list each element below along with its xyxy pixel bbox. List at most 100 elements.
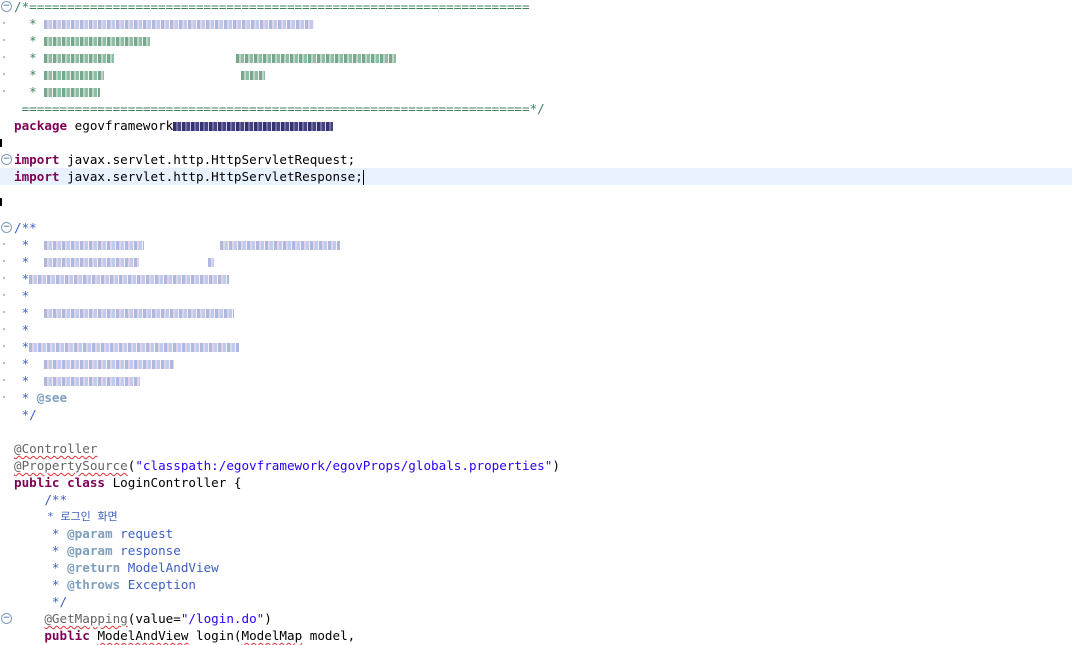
code-line: − @GetMapping(value="/login.do") — [1, 611, 272, 626]
code-line: */ — [0, 593, 1072, 610]
method-javadoc-open: /** — [14, 492, 68, 507]
javadoc-param-tag: @param — [67, 526, 113, 541]
gutter-dot — [3, 277, 5, 279]
code-line: − /** — [0, 219, 1072, 236]
fold-collapse-icon[interactable]: − — [1, 613, 12, 624]
javadoc-close: */ — [14, 407, 37, 422]
redacted-text — [44, 360, 175, 369]
import-keyword: import — [14, 152, 60, 167]
redacted-text — [44, 309, 235, 318]
code-line: * — [0, 66, 1072, 83]
redacted-text — [44, 54, 115, 63]
redacted-text — [173, 122, 334, 131]
gutter-dot — [3, 56, 5, 58]
redacted-text — [207, 258, 214, 267]
class-declaration: LoginController { — [105, 475, 242, 490]
redacted-text — [29, 275, 230, 284]
code-line: − /*====================================… — [0, 0, 1072, 15]
code-line: * — [0, 355, 1072, 372]
gutter-dot — [3, 379, 5, 381]
javadoc-see-tag: @see — [36, 390, 68, 405]
code-line: * @throws Exception — [14, 577, 196, 592]
code-line: package egovframework — [0, 117, 1072, 134]
gutter-dot — [3, 22, 5, 24]
gutter-dot — [3, 328, 5, 330]
redacted-text — [44, 71, 105, 80]
redacted-text — [235, 54, 396, 63]
redacted-text — [44, 258, 140, 267]
fold-collapse-icon[interactable]: − — [1, 154, 12, 165]
import-keyword: import — [14, 169, 60, 184]
public-keyword: public — [44, 628, 90, 643]
code-line: * @param response — [14, 543, 181, 558]
code-line: ========================================… — [0, 100, 1072, 117]
propertysource-annotation[interactable]: @PropertySource — [14, 458, 128, 473]
header-comment-open: /*======================================… — [14, 0, 530, 14]
code-line: * — [0, 270, 1072, 287]
gutter-dot — [3, 243, 5, 245]
code-line: * — [0, 338, 1072, 355]
gutter-dot — [3, 362, 5, 364]
redacted-text — [220, 241, 341, 250]
package-name: egovframework — [74, 118, 174, 133]
login-path-string: "/login.do" — [180, 611, 265, 626]
gutter-marker — [0, 198, 2, 206]
redacted-text — [44, 377, 141, 386]
redacted-text — [44, 37, 151, 46]
redacted-text — [240, 71, 265, 80]
code-line: public class LoginController { — [0, 474, 1072, 491]
code-line: * — [0, 49, 1072, 66]
text-caret — [362, 170, 364, 185]
code-line: * — [0, 15, 1072, 32]
code-line: @Controller — [0, 440, 1072, 457]
code-line: /** — [0, 491, 1072, 508]
code-line: * — [0, 236, 1072, 253]
fold-collapse-icon[interactable]: − — [1, 1, 12, 12]
code-line: * — [0, 287, 1072, 304]
package-keyword: package — [14, 118, 68, 133]
properties-path-string: "classpath:/egovframework/egovProps/glob… — [135, 458, 553, 473]
javadoc-param-tag: @param — [67, 543, 113, 558]
javadoc-throws-tag: @throws — [67, 577, 121, 592]
code-line: * — [0, 32, 1072, 49]
gutter-dot — [3, 294, 5, 296]
header-comment-close: ========================================… — [14, 101, 545, 116]
redacted-text — [44, 241, 145, 250]
code-line: * — [0, 253, 1072, 270]
gutter-dot — [3, 345, 5, 347]
code-editor[interactable]: − /*====================================… — [0, 0, 1072, 645]
getmapping-annotation[interactable]: @GetMapping — [44, 611, 127, 626]
gutter-dot — [3, 73, 5, 75]
code-line: * — [0, 321, 1072, 338]
code-line: * — [0, 372, 1072, 389]
code-line: public ModelAndView login(ModelMap model… — [44, 628, 356, 643]
gutter-dot — [3, 90, 5, 92]
gutter-dot — [3, 260, 5, 262]
gutter-dot — [3, 311, 5, 313]
method-javadoc-close: */ — [14, 594, 68, 609]
gutter-dot — [3, 396, 5, 398]
method-name: login( — [188, 628, 242, 643]
import-statement: javax.servlet.http.HttpServletResponse; — [67, 169, 363, 184]
redacted-text — [44, 88, 101, 97]
controller-annotation[interactable]: @Controller — [14, 441, 97, 456]
class-keyword: class — [67, 475, 106, 490]
return-type[interactable]: ModelAndView — [97, 628, 188, 643]
param-type[interactable]: ModelMap — [242, 628, 303, 643]
code-line: */ — [0, 406, 1072, 423]
public-keyword: public — [14, 475, 60, 490]
code-line: * @see — [0, 389, 1072, 406]
gutter-dot — [3, 39, 5, 41]
gutter-marker — [0, 139, 2, 147]
javadoc-open: /** — [14, 220, 37, 235]
redacted-text — [44, 20, 315, 29]
fold-collapse-icon[interactable]: − — [1, 222, 12, 233]
code-line: * @return ModelAndView — [14, 560, 219, 575]
redacted-text — [29, 343, 240, 352]
code-line: * 로그인 화면 — [0, 508, 1072, 525]
code-line: * @param request — [14, 526, 174, 541]
code-line: − import javax.servlet.http.HttpServletR… — [0, 151, 1072, 168]
code-line: * — [0, 304, 1072, 321]
code-line: @PropertySource("classpath:/egovframewor… — [14, 458, 560, 473]
code-line: * — [0, 83, 1072, 100]
